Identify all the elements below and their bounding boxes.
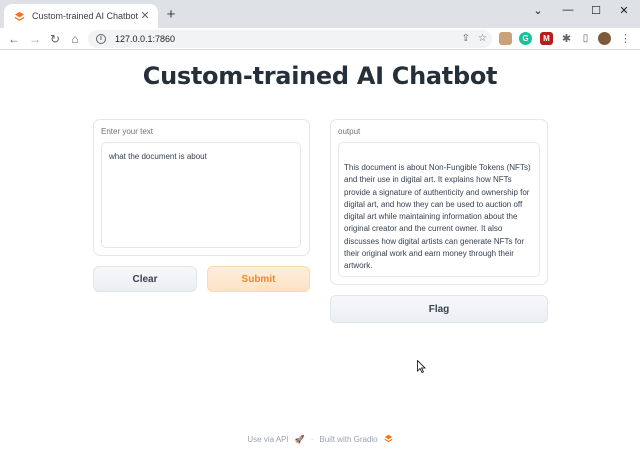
tab-close-icon[interactable]: ✕ (138, 9, 152, 23)
back-icon[interactable]: ← (6, 31, 22, 47)
output-text: This document is about Non-Fungible Toke… (344, 163, 531, 271)
home-icon[interactable]: ⌂ (67, 31, 83, 47)
reload-icon[interactable]: ↻ (47, 31, 63, 47)
footer: Use via API 🚀 · Built with Gradio (0, 434, 640, 445)
browser-tab[interactable]: Custom-trained AI Chatbot ✕ (4, 4, 158, 28)
puzzle-extensions-icon[interactable]: ✱ (560, 32, 573, 45)
output-label: output (338, 127, 361, 136)
submit-button[interactable]: Submit (207, 266, 310, 292)
input-label: Enter your text (101, 127, 154, 136)
extension-icon[interactable] (499, 32, 512, 45)
extension-badge-icon[interactable]: M (540, 32, 553, 45)
mouse-cursor-icon (417, 359, 426, 378)
bookmark-star-icon[interactable]: ☆ (478, 31, 487, 47)
use-via-api-link[interactable]: Use via API (247, 435, 288, 444)
gradio-favicon-icon (13, 10, 25, 22)
clear-button[interactable]: Clear (93, 266, 197, 292)
kebab-menu-icon[interactable]: ⋮ (619, 32, 632, 45)
url-text: 127.0.0.1:7860 (115, 34, 176, 44)
new-tab-icon[interactable]: + (163, 7, 179, 23)
footer-separator: · (310, 435, 314, 444)
gradio-logo-icon (384, 434, 393, 445)
site-info-icon[interactable]: i (96, 34, 106, 44)
address-bar[interactable]: i 127.0.0.1:7860 ⇪ ☆ (88, 30, 492, 48)
close-icon[interactable]: ✕ (604, 2, 640, 18)
built-with-gradio-link[interactable]: Built with Gradio (319, 435, 377, 444)
text-input-value: what the document is about (109, 152, 207, 161)
side-panel-icon[interactable]: ▯ (579, 32, 592, 45)
browser-toolbar: ← → ↻ ⌂ i 127.0.0.1:7860 ⇪ ☆ G M ✱ ▯ ⋮ (0, 28, 640, 50)
flag-button[interactable]: Flag (330, 295, 548, 323)
rocket-icon: 🚀 (294, 435, 305, 444)
share-icon[interactable]: ⇪ (462, 31, 470, 47)
forward-icon[interactable]: → (27, 31, 43, 47)
profile-avatar[interactable] (598, 32, 611, 45)
page-title: Custom-trained AI Chatbot (142, 62, 498, 90)
tab-title: Custom-trained AI Chatbot (32, 11, 138, 21)
tab-bar: Custom-trained AI Chatbot ✕ + ⌄ — ☐ ✕ (0, 0, 640, 28)
grammarly-extension-icon[interactable]: G (519, 32, 532, 45)
